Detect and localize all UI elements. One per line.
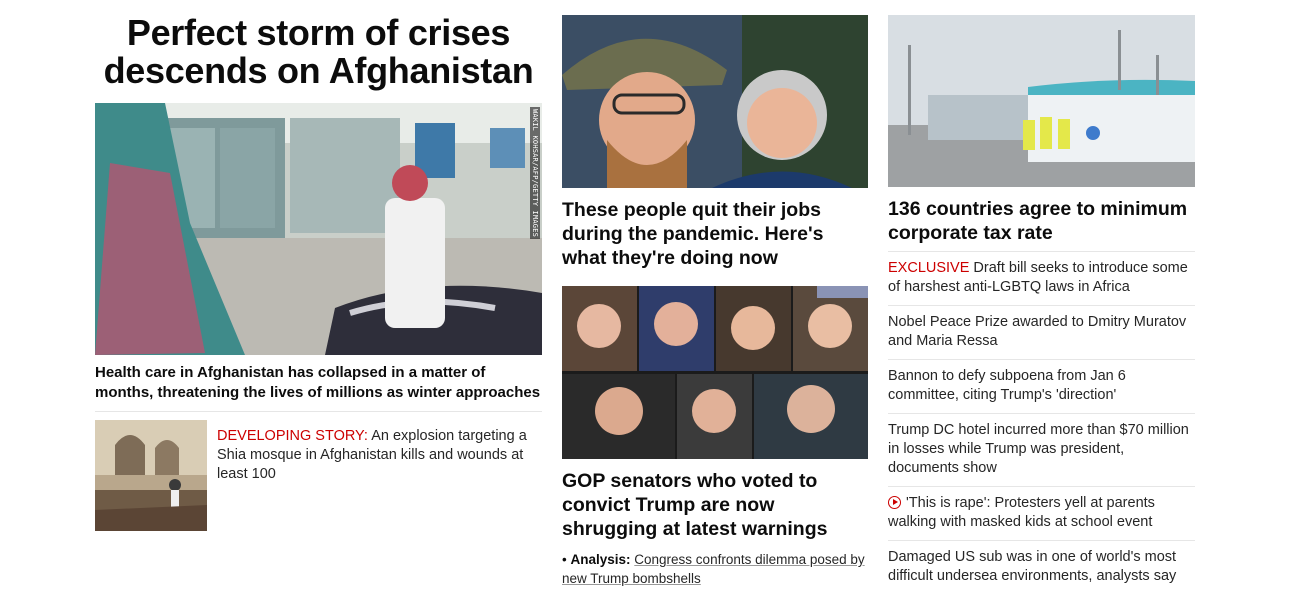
list-item[interactable]: Damaged US sub was in one of world's mos… xyxy=(888,540,1195,594)
list-item[interactable]: Bannon to defy subpoena from Jan 6 commi… xyxy=(888,359,1195,413)
list-item[interactable]: EXCLUSIVE Draft bill seeks to introduce … xyxy=(888,251,1195,305)
apple-campus-image[interactable] xyxy=(888,15,1195,187)
photo-credit: WAKIL KOHSAR/AFP/GETTY IMAGES xyxy=(530,107,540,240)
story-quit-jobs[interactable]: These people quit their jobs during the … xyxy=(562,198,868,270)
analysis-link-row: • Analysis: Congress confronts dilemma p… xyxy=(562,550,868,588)
story-corporate-tax[interactable]: 136 countries agree to minimum corporate… xyxy=(888,197,1195,245)
list-item[interactable]: Trump DC hotel incurred more than $70 mi… xyxy=(888,413,1195,486)
mosque-thumbnail[interactable] xyxy=(95,420,207,531)
story-gop-senators[interactable]: GOP senators who voted to convict Trump … xyxy=(562,469,868,541)
headline-list: EXCLUSIVE Draft bill seeks to introduce … xyxy=(888,251,1195,594)
developing-story-tag: DEVELOPING STORY: xyxy=(217,428,368,444)
senators-collage-photo xyxy=(562,286,868,459)
column-left: Perfect storm of crises descends on Afgh… xyxy=(95,0,542,531)
divider xyxy=(95,411,542,412)
list-item[interactable]: Nobel Peace Prize awarded to Dmitry Mura… xyxy=(888,305,1195,359)
apple-campus-photo xyxy=(888,15,1195,187)
hospital-photo xyxy=(95,103,542,355)
hero-image[interactable]: WAKIL KOHSAR/AFP/GETTY IMAGES xyxy=(95,103,542,355)
developing-story: DEVELOPING STORY: An explosion targeting… xyxy=(95,420,542,531)
play-icon xyxy=(888,496,901,509)
lead-headline[interactable]: Perfect storm of crises descends on Afgh… xyxy=(95,14,542,90)
developing-story-link[interactable]: DEVELOPING STORY: An explosion targeting… xyxy=(217,427,542,531)
hero-caption[interactable]: Health care in Afghanistan has collapsed… xyxy=(95,363,542,403)
mosque-photo xyxy=(95,420,207,531)
list-item-text: 'This is rape': Protesters yell at paren… xyxy=(888,495,1155,530)
senators-image[interactable] xyxy=(562,286,868,459)
analysis-label: Analysis: xyxy=(570,552,631,567)
column-middle: These people quit their jobs during the … xyxy=(562,0,868,588)
exclusive-tag: EXCLUSIVE xyxy=(888,260,970,276)
couple-image[interactable] xyxy=(562,15,868,188)
couple-selfie-photo xyxy=(562,15,868,188)
list-item[interactable]: 'This is rape': Protesters yell at paren… xyxy=(888,486,1195,540)
column-right: 136 countries agree to minimum corporate… xyxy=(888,0,1195,594)
